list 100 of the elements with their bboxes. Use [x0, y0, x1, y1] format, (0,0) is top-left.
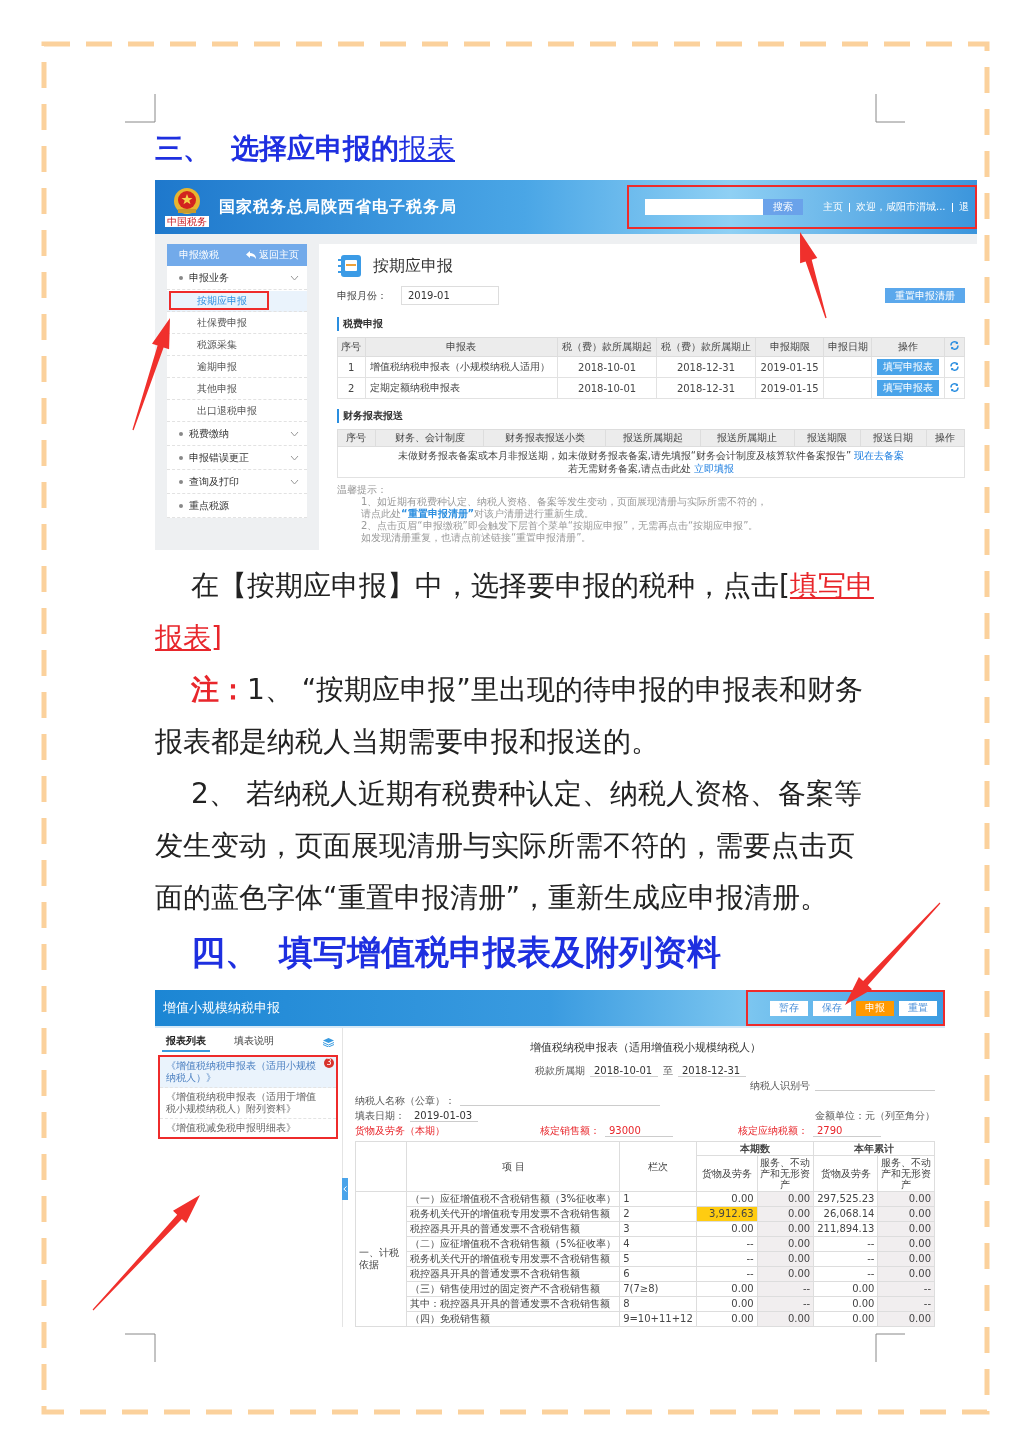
table-cell: 7(7≥8) [619, 1281, 697, 1297]
column-header: 财务报表报送小类 [483, 429, 606, 447]
fill-form-button[interactable]: 填写申报表 [876, 380, 939, 396]
table-cell: 1 [619, 1191, 697, 1207]
submenu-item[interactable]: 出口退税申报 [167, 400, 307, 422]
table-cell: （四）免税销售额 [406, 1311, 620, 1327]
column-header: 项 目 [406, 1141, 620, 1192]
field-label: 纳税人识别号 [750, 1078, 810, 1093]
nav-link[interactable]: 欢迎，咸阳市渭城... [850, 200, 952, 214]
table-cell: 2 [619, 1206, 697, 1222]
field-value: 2018-12-31 [678, 1064, 746, 1077]
column-header: 服务、不动产和无形资产 [757, 1155, 814, 1192]
month-field[interactable]: 2019-01 [401, 286, 499, 305]
table-cell: 8 [619, 1296, 697, 1312]
chevron-down-icon [290, 430, 299, 437]
action-button[interactable]: 暂存 [770, 1000, 808, 1016]
sidebar-title: 申报缴税 [179, 248, 219, 262]
table-cell: （二）应征增值税不含税销售额（5%征收率） [406, 1236, 620, 1252]
notice-text: 未做财务报表备案或本月非报送期，如未做财务报表备案,请先填报“财务会计制度及核算软件备案报告” [397, 450, 852, 461]
column-header: 财务、会计制度 [375, 429, 484, 447]
submenu-item[interactable]: 其他申报 [167, 378, 307, 400]
field-value: 93000 [605, 1124, 673, 1137]
table-cell: 税务机关代开的增值税专用发票不含税销售额 [406, 1251, 620, 1267]
table-cell: 2019-01-15 [755, 356, 824, 378]
table-cell: 定期定额纳税申报表 [365, 377, 558, 399]
logo-caption: 中国税务 [165, 216, 209, 227]
column-header: 货物及劳务 [696, 1155, 758, 1192]
refresh-icon[interactable] [948, 340, 960, 351]
table-cell: 税控器具开具的普通发票不含税销售额 [406, 1221, 620, 1237]
form-list-item[interactable]: 《增值税纳税申报表（适用于增值税小规模纳税人）附列资料》 [160, 1088, 336, 1119]
column-header: 报送所属期止 [700, 429, 795, 447]
form-list-item[interactable]: 《增值税减免税申报明细表》 [160, 1119, 336, 1137]
table-cell: 2018-12-31 [656, 377, 756, 399]
table-cell: 3 [619, 1221, 697, 1237]
table-cell: 1 [337, 356, 365, 378]
submenu-item[interactable]: 逾期申报 [167, 356, 307, 378]
link[interactable]: 立即填报 [694, 463, 735, 474]
column-header: 货物及劳务 [813, 1155, 878, 1192]
back-link[interactable]: 返回主页 [246, 248, 299, 262]
field-value: 2019-01-03 [410, 1109, 478, 1122]
bullet-icon [179, 431, 183, 436]
search-button[interactable]: 搜索 [763, 199, 803, 215]
sidebar-item[interactable]: 申报业务 [167, 266, 307, 290]
field-value: 2790 [813, 1124, 881, 1137]
chevron-left-icon [343, 1186, 347, 1192]
section-title: 财务报表报送 [337, 409, 403, 423]
site-title: 国家税务总局陕西省电子税务局 [219, 196, 457, 218]
field-label: 申报月份： [337, 288, 387, 303]
link[interactable]: 现在去备案 [854, 450, 905, 461]
table-cell: （一）应征增值税不含税销售额（3%征收率） [406, 1191, 620, 1207]
column-header: 报送期限 [794, 429, 861, 447]
sidebar-item[interactable]: 申报错误更正 [167, 446, 307, 470]
column-header: 序号 [337, 337, 365, 357]
count-badge: 3 [324, 1058, 334, 1068]
tab[interactable]: 报表列表 [162, 1032, 210, 1052]
paragraph: 注：1、 “按期应申报”里出现的待申报的申报表和财务报表都是纳税人当期需要申报和报送的。 [155, 672, 864, 760]
nav-link[interactable]: 退 [952, 200, 975, 214]
field-label: 核定应纳税额： [738, 1123, 808, 1138]
table-cell: 税务机关代开的增值税专用发票不含税销售额 [406, 1206, 620, 1222]
table-cell: 增值税纳税申报表（小规模纳税人适用） [365, 356, 558, 378]
column-header: 本期数 [696, 1141, 814, 1156]
column-header: 报送日期 [860, 429, 927, 447]
search-field[interactable] [645, 199, 763, 215]
field-label: 税款所属期 [535, 1063, 585, 1078]
action-button[interactable]: 保存 [813, 1000, 851, 1016]
tip-text: 请点此处“重置申报清册”对该户清册进行重新生成。 [360, 508, 596, 520]
field-value: 2018-10-01 [590, 1064, 658, 1077]
table-cell: （三）销售使用过的固定资产不含税销售额 [406, 1281, 620, 1297]
crop-mark [875, 93, 906, 123]
table-cell: 9=10+11+12 [619, 1311, 697, 1327]
emblem-icon [172, 187, 202, 215]
collapse-handle[interactable] [342, 1178, 348, 1200]
fill-form-button[interactable]: 填写申报表 [876, 359, 939, 375]
sidebar-item[interactable]: 查询及打印 [167, 470, 307, 494]
section-heading: 四、 填写增值税申报表及附列资料 [191, 931, 722, 974]
crop-mark [124, 1333, 156, 1363]
tab[interactable]: 填表说明 [230, 1032, 278, 1052]
layers-icon[interactable] [323, 1037, 334, 1047]
field-label: 纳税人名称（公章）： [355, 1093, 455, 1108]
link[interactable]: “重置申报清册” [401, 508, 475, 519]
section-title: 税费申报 [337, 317, 383, 331]
refresh-icon[interactable] [948, 360, 960, 372]
sidebar-item[interactable]: 重点税源 [167, 494, 307, 518]
tip-text: 2、点击页眉“申报缴税”即会触发下层首个菜单“按期应申报”，无需再点击“按期应申报”。 [360, 520, 760, 532]
table-cell: 5 [619, 1251, 697, 1267]
reset-button[interactable]: 重置申报清册 [885, 288, 965, 303]
action-button[interactable]: 重置 [899, 1000, 937, 1016]
bullet-icon [179, 275, 183, 280]
sidebar-item[interactable]: 税费缴纳 [167, 422, 307, 446]
field-label: 至 [663, 1063, 673, 1078]
chevron-down-icon [290, 454, 299, 461]
refresh-icon[interactable] [948, 381, 960, 393]
column-header: 申报日期 [823, 337, 872, 357]
crop-mark [124, 93, 156, 123]
table-cell: 2018-10-01 [557, 377, 657, 399]
column-header: 操作 [926, 429, 965, 447]
tip-text: 如发现清册重复，也请点前述链接“重置申报清册”。 [360, 532, 593, 544]
form-list-item[interactable]: 《增值税纳税申报表（适用小规模纳税人）》 3 [160, 1057, 336, 1088]
table-cell: 一、计税依据 [355, 1191, 407, 1327]
column-header: 本年累计 [813, 1141, 935, 1156]
